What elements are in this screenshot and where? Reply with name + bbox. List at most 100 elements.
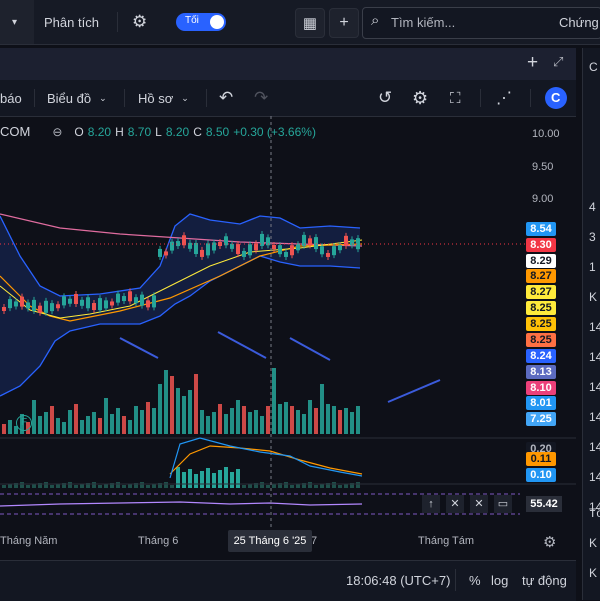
divider — [530, 89, 531, 107]
candle-body — [128, 291, 132, 302]
log-toggle[interactable]: log — [491, 573, 508, 588]
volume-bar — [122, 416, 126, 434]
volume-bar — [68, 410, 72, 434]
divider — [117, 12, 118, 32]
price-label-box: 8.25 — [526, 301, 556, 315]
histogram-bar — [266, 485, 270, 488]
volume-bar — [260, 416, 264, 434]
time-label: Tháng Tám — [418, 535, 475, 547]
profile-menu[interactable]: Hồ sơ ⌄ — [138, 80, 189, 116]
histogram-bar — [236, 469, 240, 488]
bottom-bar: 18:06:48 (UTC+7) % log tự động — [0, 560, 576, 601]
fullscreen-icon[interactable]: ⛶ — [450, 80, 461, 116]
volume-bar — [230, 408, 234, 434]
price-label-box: 8.30 — [526, 238, 556, 252]
report-menu[interactable]: báo — [0, 80, 22, 116]
side-panel-label: K — [589, 566, 598, 580]
histogram-bar — [50, 485, 54, 488]
volume-bar — [248, 412, 252, 434]
gear-icon[interactable]: ⚙ — [132, 0, 147, 44]
histogram-bar — [272, 484, 276, 488]
minimize-icon[interactable]: ▭ — [494, 495, 512, 513]
histogram-bar — [164, 482, 168, 488]
divider — [455, 569, 456, 591]
candle-body — [206, 243, 210, 256]
percent-toggle[interactable]: % — [469, 573, 481, 588]
undo-icon[interactable]: ↶ — [219, 80, 233, 116]
divider — [206, 89, 207, 107]
candle-body — [50, 303, 54, 312]
high-value: 8.70 — [127, 124, 152, 139]
add-button[interactable]: + — [329, 8, 359, 38]
plus-icon: + — [339, 14, 349, 31]
histogram-bar — [338, 485, 342, 488]
histogram-bar — [260, 482, 264, 488]
time-label: Tháng 6 — [138, 535, 179, 547]
layout-grid-button[interactable]: ▦ — [295, 8, 325, 38]
close-icon[interactable]: ✕ — [446, 495, 464, 513]
volume-bar — [188, 390, 192, 434]
histogram-bar — [248, 484, 252, 488]
histogram-bar — [290, 485, 294, 488]
histogram-bar — [284, 482, 288, 488]
price-chart[interactable] — [0, 116, 576, 556]
histogram-bar — [74, 485, 78, 488]
volume-bar — [266, 406, 270, 434]
top-bar: ▾ Phân tích ⚙ Tối ▦ + ⌕ Tìm kiếm... Chứn… — [0, 0, 600, 45]
chart-toolbar: báo Biểu đồ ⌄ Hồ sơ ⌄ ↶ ↷ ↺ ⚙ ⛶ ⋰ C — [0, 80, 576, 117]
add-panel-icon[interactable]: + — [527, 52, 538, 74]
histogram-bar — [206, 468, 210, 488]
minus-icon[interactable]: ⊖ — [52, 125, 62, 139]
volume-bar — [38, 416, 42, 434]
histogram-bar — [170, 485, 174, 488]
settings-icon[interactable]: ⚙ — [543, 533, 556, 551]
side-panel-label: 14 — [589, 470, 600, 484]
right-side-panel: C 4 3 1 K 14 14 14 14 14 14 14 Tố K K — [582, 48, 600, 600]
expand-icon[interactable]: ⤢ — [553, 54, 563, 70]
chevron-down-icon: ▾ — [12, 16, 18, 28]
divider — [124, 89, 125, 107]
volume-bar — [314, 408, 318, 434]
chart-panel-header: + ⤢ — [0, 48, 576, 80]
theme-toggle[interactable]: Tối — [176, 13, 226, 31]
candle-body — [44, 300, 48, 313]
candle-body — [14, 301, 18, 307]
analysis-menu[interactable]: Phân tích — [44, 0, 99, 44]
volume-bar — [128, 420, 132, 434]
arrow-up-icon[interactable]: ↑ — [422, 495, 440, 513]
price-label-box: 8.24 — [526, 349, 556, 363]
volume-bar — [98, 418, 102, 434]
candle-body — [320, 246, 324, 255]
crosshair-time-label: 25 Tháng 6 '25 — [228, 530, 312, 552]
histogram-bar — [92, 482, 96, 488]
volume-bar — [164, 370, 168, 434]
side-panel-label: Tố — [589, 506, 600, 520]
settings-icon[interactable]: ⚙ — [412, 80, 428, 116]
replay-icon[interactable]: ↺ — [378, 80, 392, 116]
volume-bar — [170, 376, 174, 434]
side-panel-label: 14 — [589, 380, 600, 394]
histogram-bar — [344, 484, 348, 488]
chart-type-menu[interactable]: Biểu đồ ⌄ — [47, 80, 107, 116]
volume-bar — [104, 398, 108, 434]
share-icon[interactable]: ⋰ — [496, 80, 512, 116]
redo-icon[interactable]: ↷ — [254, 80, 268, 116]
histogram-bar — [56, 484, 60, 488]
volume-bar — [320, 384, 324, 434]
volume-marker[interactable]: F — [16, 415, 32, 431]
candle-body — [278, 245, 282, 255]
histogram-bar — [146, 485, 150, 488]
auto-toggle[interactable]: tự động — [522, 573, 567, 588]
candle-body — [26, 302, 30, 309]
candle-body — [152, 295, 156, 308]
arrow-annotation — [289, 337, 331, 361]
volume-bar — [206, 416, 210, 434]
search-input[interactable]: ⌕ Tìm kiếm... Chứng — [362, 7, 600, 39]
volume-bar — [158, 384, 162, 434]
candle-body — [146, 300, 150, 308]
theme-toggle-label: Tối — [185, 15, 199, 26]
close-icon[interactable]: ✕ — [470, 495, 488, 513]
volume-bar — [182, 396, 186, 434]
side-panel-label: K — [589, 290, 598, 304]
left-selector[interactable]: ▾ — [0, 0, 34, 44]
